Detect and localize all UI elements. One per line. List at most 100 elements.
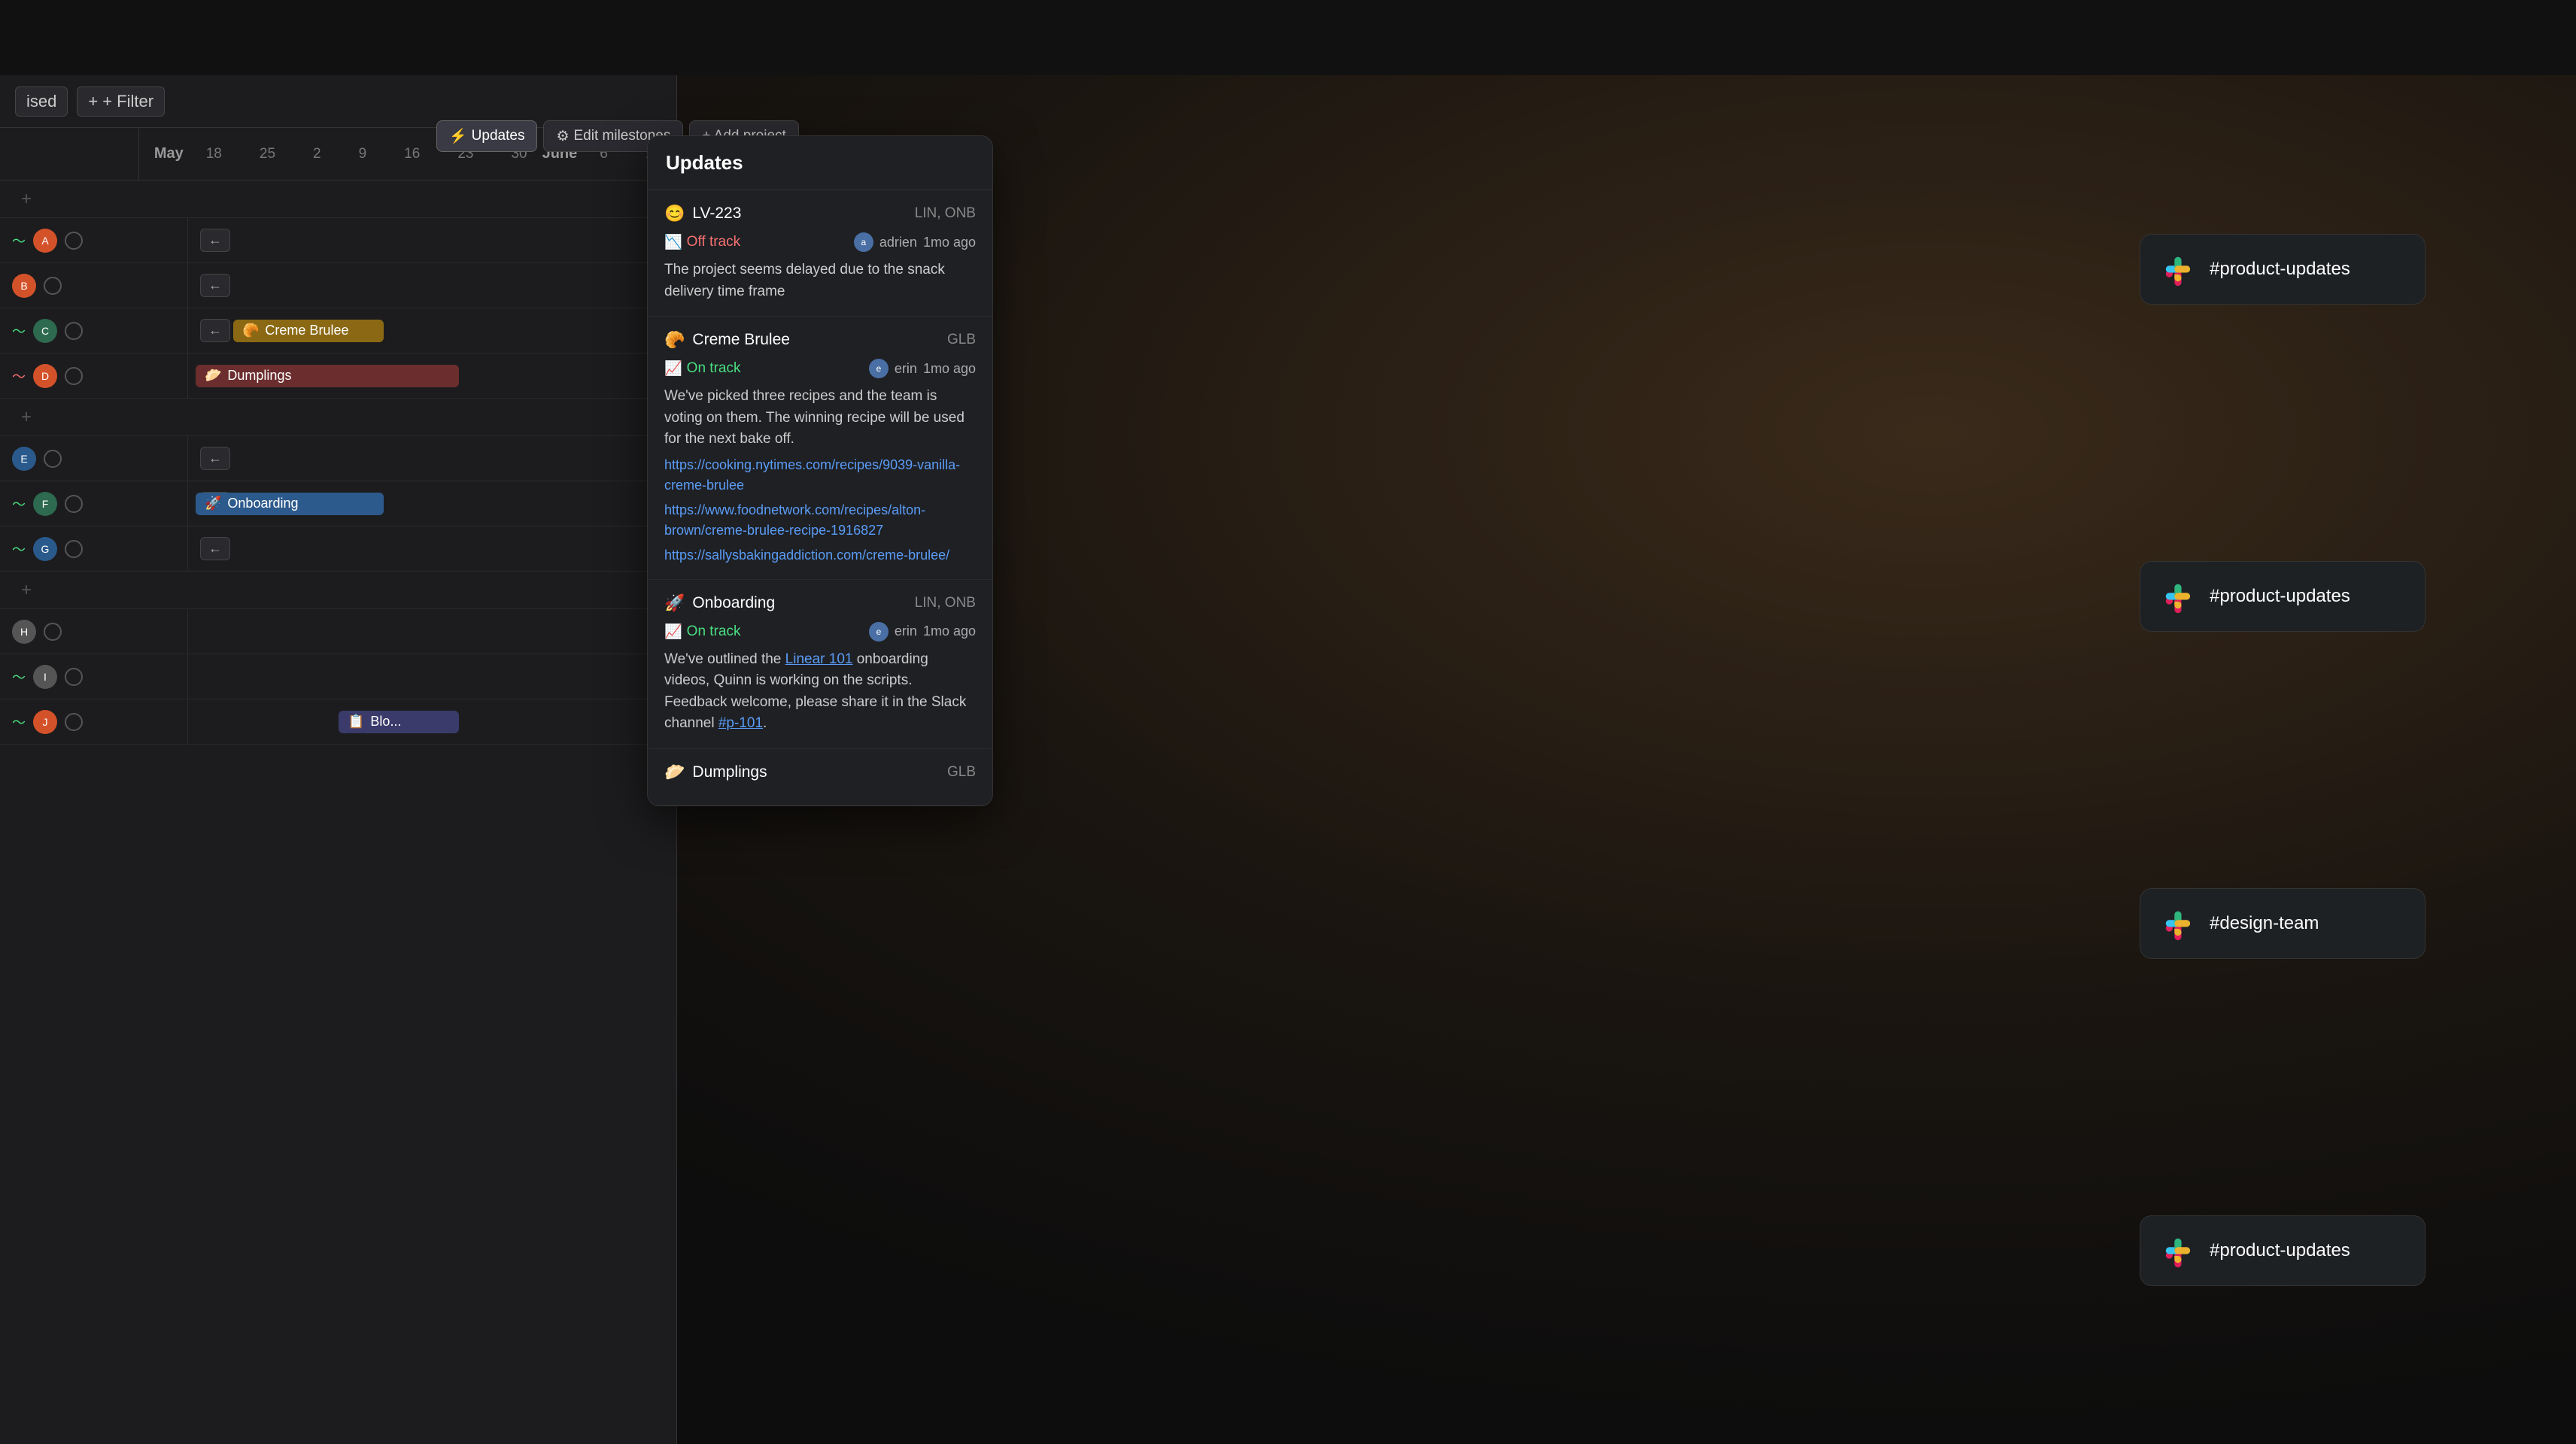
pulse-icon: 〜 <box>12 667 26 687</box>
table-row: B ← <box>0 263 676 308</box>
row-right-3: ← 🥐 Creme Brulee <box>188 308 676 353</box>
slack-channel-name-3: #design-team <box>2210 913 2319 934</box>
author-creme: e erin 1mo ago <box>869 359 976 378</box>
pulse-icon: 〜 <box>12 321 26 341</box>
avatar: D <box>33 364 57 388</box>
row-left-7: 〜 G <box>0 526 188 571</box>
updates-toolbar-btn[interactable]: ⚡ Updates <box>436 120 537 152</box>
author-avatar: a <box>854 232 873 252</box>
blog-bar[interactable]: 📋 Blo... <box>339 711 459 733</box>
pulse-icon: 〜 <box>12 231 26 250</box>
row-left-8: H <box>0 609 188 654</box>
status-dot <box>44 450 62 468</box>
plus-icon: + <box>88 92 98 111</box>
row-left-5: E <box>0 436 188 481</box>
slack-channel-3[interactable]: #design-team <box>2140 888 2426 959</box>
status-dot <box>65 540 83 558</box>
gantt-rows: + 〜 A ← B ← <box>0 180 676 745</box>
row-right-9 <box>188 654 676 699</box>
table-row: 〜 C ← 🥐 Creme Brulee <box>0 308 676 353</box>
update-body-onboarding: We've outlined the Linear 101 onboarding… <box>664 649 976 735</box>
status-dot <box>65 495 83 513</box>
creme-brulee-bar[interactable]: 🥐 Creme Brulee <box>233 320 384 342</box>
project-icon-creme: 🥐 <box>664 330 685 350</box>
dumplings-bar[interactable]: 🥟 Dumplings <box>196 365 459 387</box>
status-on-track-2: 📈 On track <box>664 623 740 641</box>
p-101-link[interactable]: #p-101 <box>718 715 763 731</box>
table-row: 〜 F ← 🚀 Onboarding <box>0 481 676 526</box>
gantt-add-row-2: + <box>0 399 676 436</box>
table-row: 〜 J 📋 Blo... <box>0 699 676 745</box>
gear-icon: ⚙ <box>556 128 569 145</box>
status-filter-chip[interactable]: ised <box>15 86 68 117</box>
row-right-2: ← <box>188 263 676 308</box>
table-row: 〜 D 🥟 Dumplings <box>0 353 676 399</box>
back-button[interactable]: ← <box>200 229 230 252</box>
onboarding-bar[interactable]: 🚀 Onboarding <box>196 493 384 515</box>
slack-channel-2[interactable]: #product-updates <box>2140 561 2426 632</box>
add-project-btn-3[interactable]: + <box>15 577 38 604</box>
table-row: H <box>0 609 676 654</box>
back-button[interactable]: ← <box>200 537 230 560</box>
creme-icon: 🥐 <box>242 323 259 338</box>
update-meta-onboarding: 📈 On track e erin 1mo ago <box>664 622 976 642</box>
table-row: 〜 I <box>0 654 676 699</box>
avatar: A <box>33 229 57 253</box>
status-dot <box>65 232 83 250</box>
row-left-10: 〜 J <box>0 699 188 744</box>
row-right-4: 🥟 Dumplings <box>188 353 676 398</box>
update-body-lv223: The project seems delayed due to the sna… <box>664 259 976 302</box>
row-left-4: 〜 D <box>0 353 188 398</box>
gantt-panel: ised + + Filter May 18 25 2 9 16 23 30 <box>0 75 677 1444</box>
back-button[interactable]: ← <box>200 274 230 297</box>
creme-link-2[interactable]: https://www.foodnetwork.com/recipes/alto… <box>664 500 976 541</box>
row-right-10: 📋 Blo... <box>188 699 676 744</box>
on-track-icon: 📈 <box>664 359 682 378</box>
off-track-icon: 📉 <box>664 233 682 251</box>
status-dot <box>65 713 83 731</box>
slack-channel-name-4: #product-updates <box>2210 1240 2350 1261</box>
back-button[interactable]: ← <box>200 319 230 342</box>
back-button[interactable]: ← <box>200 447 230 470</box>
avatar: E <box>12 447 36 471</box>
gantt-add-row-1: + <box>0 180 676 218</box>
project-name-dumplings: 🥟 Dumplings <box>664 763 767 782</box>
card-header-onboarding: 🚀 Onboarding LIN, ONB <box>664 593 976 613</box>
project-name-lv223: 😊 LV-223 <box>664 204 741 223</box>
filter-button[interactable]: + + Filter <box>77 86 165 117</box>
updates-icon: ⚡ <box>449 127 467 145</box>
row-left-3: 〜 C <box>0 308 188 353</box>
month-may: May <box>154 145 184 162</box>
row-left-2: B <box>0 263 188 308</box>
project-tags-onboarding: LIN, ONB <box>915 595 976 611</box>
pulse-icon: 〜 <box>12 539 26 559</box>
slack-channel-4[interactable]: #product-updates <box>2140 1215 2426 1286</box>
add-project-btn-2[interactable]: + <box>15 404 38 431</box>
onboarding-icon: 🚀 <box>205 496 221 511</box>
slack-logo-4 <box>2158 1231 2198 1270</box>
table-row: 〜 G ← <box>0 526 676 572</box>
status-on-track: 📈 On track <box>664 359 740 378</box>
update-card-onboarding: 🚀 Onboarding LIN, ONB 📈 On track e erin … <box>648 580 992 749</box>
creme-link-1[interactable]: https://cooking.nytimes.com/recipes/9039… <box>664 455 976 496</box>
creme-link-3[interactable]: https://sallysbakingaddiction.com/creme-… <box>664 545 976 566</box>
table-row: E ← <box>0 436 676 481</box>
linear-101-link[interactable]: Linear 101 <box>785 651 853 667</box>
add-project-btn-1[interactable]: + <box>15 186 38 213</box>
main-area: ised + + Filter May 18 25 2 9 16 23 30 <box>0 75 2576 1444</box>
slack-channel-name-2: #product-updates <box>2210 586 2350 607</box>
blog-icon: 📋 <box>348 714 364 730</box>
row-right-1: ← <box>188 218 676 262</box>
project-name-creme: 🥐 Creme Brulee <box>664 330 790 350</box>
update-card-lv223: 😊 LV-223 LIN, ONB 📉 Off track a adrien 1… <box>648 190 992 317</box>
project-icon-lv223: 😊 <box>664 204 685 223</box>
card-header-dumplings: 🥟 Dumplings GLB <box>664 763 976 782</box>
update-card-dumplings: 🥟 Dumplings GLB <box>648 749 992 805</box>
bar-label: Creme Brulee <box>265 323 348 338</box>
author-avatar-2: e <box>869 622 889 642</box>
row-right-6: ← 🚀 Onboarding <box>188 481 676 526</box>
slack-channel-1[interactable]: #product-updates <box>2140 234 2426 305</box>
pulse-icon-red: 〜 <box>12 366 26 386</box>
row-left-6: 〜 F <box>0 481 188 526</box>
project-name-onboarding: 🚀 Onboarding <box>664 593 775 613</box>
